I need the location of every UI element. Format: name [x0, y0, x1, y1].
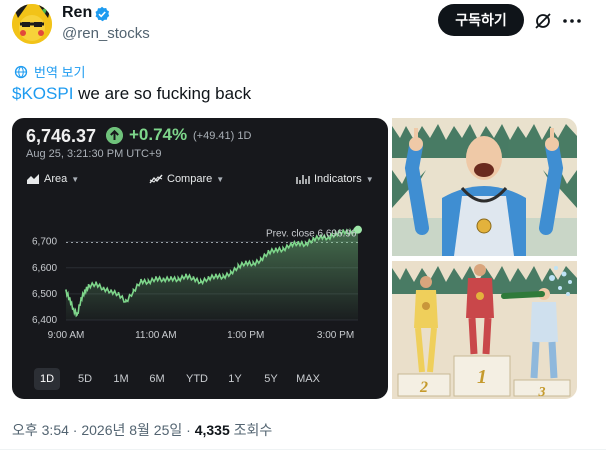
x-tick-label: 9:00 AM — [48, 330, 85, 341]
subscribe-button[interactable]: 구독하기 — [438, 4, 524, 36]
range-1d[interactable]: 1D — [34, 368, 60, 390]
y-tick-label: 6,700 — [32, 237, 57, 248]
author-display-name[interactable]: Ren — [62, 4, 92, 22]
tweet-meta: 오후 3:54 · 2026년 8월 25일 · 4,335 조회수 — [12, 420, 272, 440]
y-tick-label: 6,600 — [32, 263, 57, 274]
indicators-icon — [296, 175, 310, 184]
globe-translate-icon — [14, 65, 28, 78]
price-area-chart[interactable]: 6,400 6,500 6,600 6,700 9:00 AM 11:00 AM 1:00… — [12, 188, 388, 364]
x-tick-label: 3:00 PM — [317, 330, 354, 341]
x-tick-label: 1:00 PM — [227, 330, 264, 341]
compare-label: Compare — [167, 173, 213, 185]
range-ytd[interactable]: YTD — [184, 368, 210, 390]
change-absolute: (+49.41) 1D — [193, 130, 252, 142]
pikachu-avatar-image — [12, 4, 52, 44]
range-1y[interactable]: 1Y — [224, 368, 246, 390]
views-label: 조회수 — [229, 422, 273, 438]
tweet-body: we are so fucking back — [73, 84, 252, 103]
range-1m[interactable]: 1M — [110, 368, 132, 390]
tweet-text: $KOSPI we are so fucking back — [12, 84, 251, 104]
views-count: 4,335 — [194, 422, 230, 438]
divider — [0, 449, 606, 450]
compare-dropdown[interactable]: Compare ▼ — [149, 173, 224, 185]
indicators-label: Indicators — [314, 173, 362, 185]
prev-close-label: Prev. close 6,696.96 — [266, 228, 357, 239]
tweet-timestamp[interactable]: 오후 3:54 · 2026년 8월 25일 · — [12, 422, 195, 438]
last-price-dot — [354, 225, 362, 234]
range-5y[interactable]: 5Y — [260, 368, 282, 390]
chevron-down-icon: ▼ — [216, 174, 225, 184]
podium-label-1: 1 — [477, 366, 487, 388]
x-tick-label: 11:00 AM — [135, 330, 177, 341]
y-tick-label: 6,500 — [32, 289, 57, 300]
area-label: Area — [44, 173, 68, 185]
grok-slash-icon[interactable] — [534, 12, 552, 30]
chevron-down-icon: ▼ — [365, 174, 374, 184]
indicators-dropdown[interactable]: Indicators ▼ — [296, 173, 374, 185]
avatar[interactable] — [12, 4, 52, 44]
translate-label: 번역 보기 — [34, 65, 86, 80]
translate-link[interactable]: 번역 보기 — [14, 62, 85, 81]
change-percent: +0.74% — [129, 125, 188, 144]
arrow-up-icon — [106, 127, 123, 144]
cashtag-link[interactable]: $KOSPI — [12, 84, 73, 103]
author-handle[interactable]: @ren_stocks — [62, 25, 150, 42]
podium-label-3: 3 — [538, 385, 546, 399]
podium-meme-image[interactable]: 2 1 3 — [392, 118, 577, 399]
compare-lines-icon — [149, 174, 163, 184]
area-chart-icon — [27, 174, 39, 184]
stock-chart-card[interactable]: 6,746.37 +0.74% (+49.41) 1D Aug 25, 3:21… — [12, 118, 388, 399]
range-max[interactable]: MAX — [294, 368, 322, 390]
y-tick-label: 6,400 — [32, 315, 57, 326]
stock-price: 6,746.37 — [26, 126, 97, 146]
more-dots-icon[interactable] — [562, 12, 582, 30]
chevron-down-icon: ▼ — [71, 174, 80, 184]
chart-type-dropdown[interactable]: Area ▼ — [26, 173, 79, 185]
quote-timestamp: Aug 25, 3:21:30 PM UTC+9 — [26, 148, 162, 160]
verified-badge-icon — [95, 6, 110, 22]
range-6m[interactable]: 6M — [146, 368, 168, 390]
range-5d[interactable]: 5D — [74, 368, 96, 390]
podium-label-2: 2 — [419, 379, 428, 396]
